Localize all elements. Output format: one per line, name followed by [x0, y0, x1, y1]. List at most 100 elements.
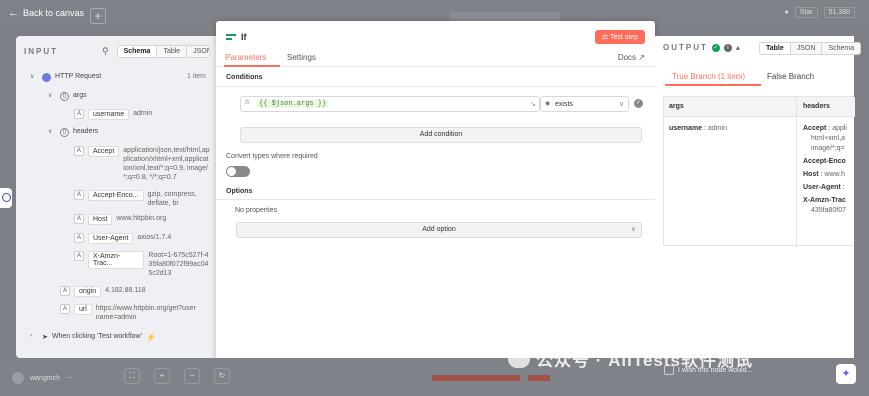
column-divider	[796, 97, 797, 247]
zoom-in-icon[interactable]: +	[154, 368, 170, 384]
tree-node-headers[interactable]: ∨ {} headers	[48, 128, 98, 137]
tree-node-trigger[interactable]: › ➤ When clicking ‘Test workflow’ ⚡	[30, 333, 156, 342]
chevron-down-icon[interactable]: ∨	[48, 128, 56, 135]
watermark-text: 公众号 · AllTests软件测试	[536, 351, 753, 370]
fit-view-icon[interactable]: ⛶	[124, 368, 140, 384]
tab-false-branch[interactable]: False Branch	[767, 72, 814, 81]
field-key[interactable]: User-Agent	[88, 233, 134, 244]
more-icon[interactable]: ⋯	[66, 374, 73, 382]
field-key[interactable]: Accept-Enco...	[88, 190, 144, 201]
watermark: 公众号 · AllTests软件测试	[508, 346, 753, 371]
info-icon[interactable]: i	[723, 43, 732, 52]
convert-types-toggle[interactable]	[226, 166, 250, 177]
docs-label: Docs	[617, 53, 637, 62]
tree-field-user-agent[interactable]: A User-Agent axios/1.7.4	[74, 233, 171, 244]
table-cell-headers[interactable]: Accept : appli html+xml,a image/*;q= Acc…	[803, 124, 847, 216]
wechat-logo-icon	[508, 349, 530, 368]
field-key[interactable]: url	[74, 304, 92, 315]
add-condition-button[interactable]: Add condition	[240, 127, 642, 143]
output-view-schema[interactable]: Schema	[822, 43, 861, 54]
field-value: www.httpbin.org	[116, 215, 167, 222]
zoom-controls: ⛶ + − ↻	[124, 368, 230, 384]
tree-field-origin[interactable]: A origin 4.182.88.118	[60, 286, 145, 297]
cell-line: image/*;q=	[811, 145, 845, 152]
test-step-label: Test step	[609, 34, 638, 41]
search-icon[interactable]: ⚲	[102, 46, 109, 57]
field-key[interactable]: origin	[74, 286, 102, 297]
chevron-down-icon[interactable]: ∨	[30, 73, 38, 80]
chevron-down-icon[interactable]: ∨	[48, 92, 56, 99]
github-widget[interactable]: ● Star 51,380	[784, 7, 855, 18]
divider	[216, 86, 655, 87]
docs-link[interactable]: Docs ↗	[618, 53, 645, 62]
github-star-count: 51,380	[823, 7, 855, 18]
expand-icon[interactable]: ↘	[530, 100, 536, 108]
if-node-icon	[226, 34, 236, 40]
tree-field-accept-encoding[interactable]: A Accept-Enco... gzip, compress, deflate…	[74, 190, 210, 208]
input-view-json[interactable]: JSON	[187, 46, 209, 57]
test-workflow-button[interactable]	[432, 375, 520, 381]
string-type-icon: A	[74, 190, 84, 200]
string-type-icon: A	[74, 109, 84, 119]
conditions-heading: Conditions	[226, 74, 263, 81]
condition-valid-icon: ✓	[634, 99, 643, 108]
github-star-label[interactable]: Star	[794, 7, 818, 18]
edge-globe-tab[interactable]	[0, 188, 12, 208]
tree-root-label: HTTP Request	[55, 73, 102, 80]
field-key[interactable]: username	[88, 109, 130, 120]
cell-key: Host	[803, 171, 819, 178]
avatar	[12, 372, 24, 384]
user-menu[interactable]: wangmch ⋯	[12, 372, 73, 384]
string-type-icon: A	[74, 146, 84, 156]
cell-key: Accept-Enco	[803, 158, 846, 165]
input-view-switch: Schema Table JSON	[116, 44, 210, 58]
user-name: wangmch	[30, 374, 60, 382]
field-key[interactable]: Accept	[87, 146, 120, 157]
tree-field-url[interactable]: A url https://www.httpbin.org/get?userna…	[60, 304, 210, 322]
tab-settings[interactable]: Settings	[287, 53, 316, 62]
tab-true-branch[interactable]: True Branch (1 item)	[672, 72, 745, 81]
tree-root-http-request[interactable]: ∨ HTTP Request	[30, 73, 101, 82]
delete-execution-button[interactable]	[528, 375, 550, 381]
chevron-right-icon[interactable]: ›	[30, 333, 38, 339]
test-step-button[interactable]: ⚖ Test step	[594, 30, 645, 44]
tree-field-host[interactable]: A Host www.httpbin.org	[74, 214, 166, 225]
field-key[interactable]: Host	[88, 214, 113, 225]
field-key[interactable]: X-Amzn-Trac...	[87, 251, 145, 269]
table-cell-args[interactable]: username : admin	[669, 124, 727, 134]
pin-icon[interactable]: ▴	[736, 43, 740, 52]
add-option-select[interactable]: Add option ∨	[236, 222, 642, 238]
item-count: 1 item	[186, 73, 206, 80]
external-link-icon: ↗	[638, 53, 645, 62]
reset-zoom-icon[interactable]: ↻	[214, 368, 230, 384]
output-view-table[interactable]: Table	[760, 43, 791, 54]
github-icon: ●	[784, 9, 789, 16]
trigger-label: When clicking ‘Test workflow’	[51, 333, 143, 340]
operator-select[interactable]: ◉ exists ∨	[540, 96, 629, 112]
cell-line: User-Agent :	[803, 184, 845, 191]
condition-value-input[interactable]: fx {{ $json.args }} ↘	[240, 96, 540, 112]
condition-expression[interactable]: {{ $json.args }}	[257, 100, 329, 108]
output-view-json[interactable]: JSON	[790, 43, 823, 54]
cell-line: html+xml,a	[811, 135, 846, 142]
string-type-icon: A	[60, 304, 70, 314]
table-header: args headers	[664, 97, 855, 117]
sparkle-icon: ✦	[841, 368, 851, 380]
tree-field-x-amzn-trace[interactable]: A X-Amzn-Trac... Root=1-675c527f-435fa80…	[74, 251, 210, 278]
node-details-modal: If ⚖ Test step Parameters Settings Docs …	[216, 21, 655, 375]
globe-icon	[2, 193, 11, 202]
add-node-button[interactable]: +	[90, 8, 106, 24]
output-panel: OUTPUT ✓ i ▴ Table JSON Schema True Bran…	[655, 36, 862, 358]
tree-field-accept[interactable]: A Accept application/json,text/html,appl…	[74, 146, 210, 182]
ai-assistant-button[interactable]: ✦	[836, 364, 856, 384]
input-view-table[interactable]: Table	[157, 45, 188, 57]
node-title[interactable]: If	[241, 32, 247, 42]
success-check-icon: ✓	[711, 43, 720, 52]
back-to-canvas-label: Back to canvas	[23, 8, 85, 18]
zoom-out-icon[interactable]: −	[184, 368, 200, 384]
input-view-schema[interactable]: Schema	[117, 45, 158, 57]
back-to-canvas-button[interactable]: ← Back to canvas	[8, 7, 84, 19]
tab-parameters[interactable]: Parameters	[225, 53, 266, 62]
tree-node-args[interactable]: ∨ {} args	[48, 92, 87, 101]
tree-field-username[interactable]: A username admin	[74, 109, 152, 120]
